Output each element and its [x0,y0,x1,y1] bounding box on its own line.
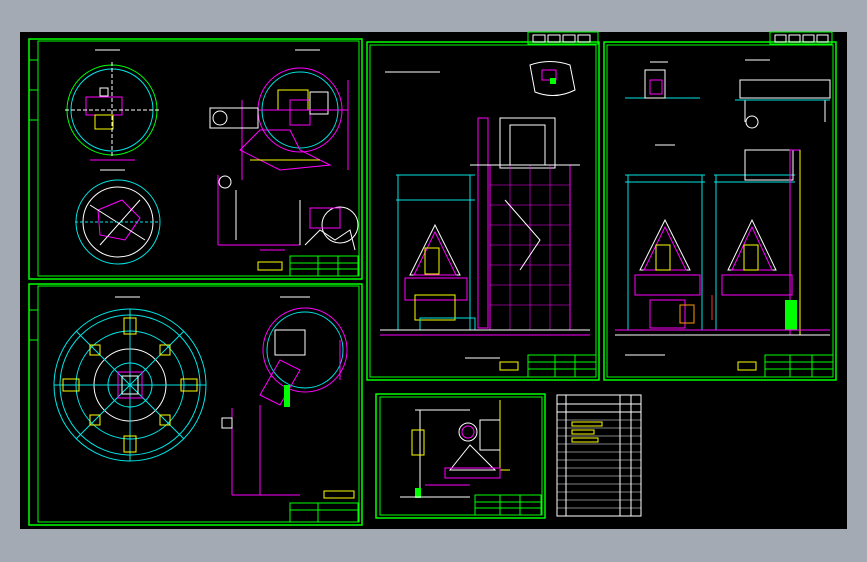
drawing-panel-small[interactable] [375,393,546,519]
cad-drawing-canvas[interactable] [0,0,867,562]
drawing-panel-top-left[interactable] [28,38,363,280]
drawing-panel-middle[interactable] [366,31,600,381]
cad-viewer [0,0,867,562]
drawing-panel-bottom-left[interactable] [28,283,363,526]
drawing-panel-table[interactable] [556,394,642,517]
drawing-panel-right[interactable] [603,31,837,381]
